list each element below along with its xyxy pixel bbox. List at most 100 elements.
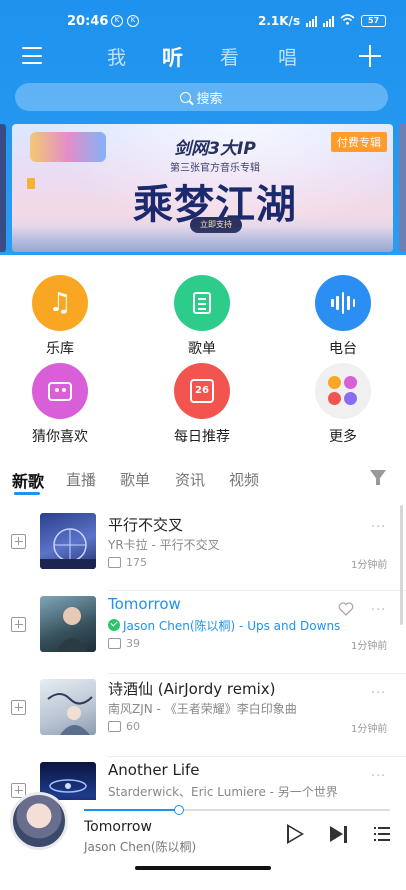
progress-knob[interactable] xyxy=(173,805,184,815)
content-tabs: 新歌 直播 歌单 资讯 视频 xyxy=(0,466,406,495)
scrollbar[interactable] xyxy=(400,505,403,625)
banner-next-peek[interactable] xyxy=(399,124,406,252)
category-library[interactable]: ♫ 乐库 xyxy=(20,275,100,358)
tab-new-songs[interactable]: 新歌 xyxy=(12,468,44,492)
tab-news[interactable]: 资讯 xyxy=(175,469,205,490)
tab-listen[interactable]: 听 xyxy=(162,42,183,72)
song-title: Tomorrow xyxy=(108,595,181,613)
comment-number: 39 xyxy=(126,637,140,650)
game-logo xyxy=(30,132,106,162)
now-playing-cover[interactable] xyxy=(10,792,68,850)
notification-icon: K xyxy=(127,15,139,27)
more-options-icon[interactable]: ··· xyxy=(371,686,386,701)
song-row[interactable]: 平行不交叉 YR卡拉 - 平行不交叉 175 1分钟前 ··· xyxy=(0,508,406,591)
add-icon[interactable] xyxy=(11,700,26,715)
status-time: 20:46 xyxy=(67,14,109,29)
category-label: 每日推荐 xyxy=(174,429,230,445)
tab-playlists[interactable]: 歌单 xyxy=(120,469,150,490)
progress-fill xyxy=(84,809,179,811)
song-time: 1分钟前 xyxy=(351,724,388,735)
add-icon[interactable] xyxy=(11,617,26,632)
bookmark-icon xyxy=(27,178,35,189)
banner-scenery xyxy=(12,226,393,252)
category-radio[interactable]: 电台 xyxy=(303,275,383,358)
song-row[interactable]: 诗酒仙 (AirJordy remix) 南风ZJN - 《王者荣耀》李白印象曲… xyxy=(0,674,406,757)
category-guess-you-like[interactable]: 猜你喜欢 xyxy=(20,363,100,446)
more-options-icon[interactable]: ··· xyxy=(371,520,386,535)
status-right: 2.1K/s 57 xyxy=(258,14,387,28)
album-cover xyxy=(40,513,96,569)
vip-check-icon xyxy=(108,619,120,631)
category-label: 电台 xyxy=(329,341,357,357)
song-row[interactable]: Tomorrow Jason Chen(陈以桐) - Ups and Downs… xyxy=(0,591,406,674)
tab-me[interactable]: 我 xyxy=(107,43,126,70)
comment-count: 60 xyxy=(108,720,140,733)
comment-number: 175 xyxy=(126,556,147,569)
add-icon[interactable] xyxy=(11,534,26,549)
top-nav: 我 听 看 唱 xyxy=(0,40,406,74)
category-circle xyxy=(315,363,371,419)
song-artist: YR卡拉 - 平行不交叉 xyxy=(108,538,220,552)
plus-icon[interactable] xyxy=(359,45,381,67)
play-icon[interactable] xyxy=(287,824,304,844)
comment-count: 39 xyxy=(108,637,140,650)
notification-icons: K K xyxy=(111,15,139,27)
song-artist: Starderwick、Eric Lumiere - 另一个世界 xyxy=(108,785,338,799)
category-label: 猜你喜欢 xyxy=(32,429,88,445)
mini-player[interactable]: Tomorrow Jason Chen(陈以桐) xyxy=(0,792,406,890)
tab-watch[interactable]: 看 xyxy=(220,43,239,70)
network-speed: 2.1K/s xyxy=(258,14,301,28)
category-more[interactable]: 更多 xyxy=(303,363,383,446)
song-time: 1分钟前 xyxy=(351,641,388,652)
category-label: 歌单 xyxy=(188,341,216,357)
menu-icon[interactable] xyxy=(22,47,42,64)
search-icon xyxy=(180,91,192,103)
category-label: 乐库 xyxy=(46,341,74,357)
wifi-icon xyxy=(340,14,355,28)
notification-icon: K xyxy=(111,15,123,27)
comment-icon xyxy=(108,557,121,568)
now-playing-title: Tomorrow xyxy=(84,819,152,835)
comment-count: 175 xyxy=(108,556,147,569)
promo-banner[interactable]: 剑网3大IP 第三张官方音乐专辑 乘梦江湖 立即支持 付费专辑 xyxy=(12,124,393,252)
album-cover xyxy=(40,596,96,652)
song-title: 诗酒仙 (AirJordy remix) xyxy=(108,680,276,698)
tab-sing[interactable]: 唱 xyxy=(278,43,297,70)
home-indicator[interactable] xyxy=(135,866,271,870)
radio-wave-icon xyxy=(331,292,355,314)
banner-title: 剑网3大IP xyxy=(174,139,256,159)
comment-icon xyxy=(108,721,121,732)
song-time: 1分钟前 xyxy=(351,560,388,571)
song-row[interactable]: Another Life Starderwick、Eric Lumiere - … xyxy=(0,757,406,800)
category-playlist[interactable]: 歌单 xyxy=(162,275,242,358)
album-cover xyxy=(40,679,96,735)
category-label: 更多 xyxy=(329,429,357,445)
category-circle xyxy=(32,363,88,419)
category-daily[interactable]: 26 每日推荐 xyxy=(162,363,242,446)
battery-icon: 57 xyxy=(361,15,387,27)
tab-videos[interactable]: 视频 xyxy=(229,469,259,490)
category-circle: ♫ xyxy=(32,275,88,331)
banner-prev-peek[interactable] xyxy=(0,124,6,252)
next-icon[interactable] xyxy=(330,826,348,843)
category-circle: 26 xyxy=(174,363,230,419)
heart-icon[interactable] xyxy=(338,602,354,616)
active-tab-indicator xyxy=(14,492,40,495)
signal-icon xyxy=(323,15,335,27)
more-options-icon[interactable]: ··· xyxy=(371,769,386,784)
song-title: Another Life xyxy=(108,761,200,779)
filter-icon[interactable] xyxy=(370,470,386,485)
song-artist: 南风ZJN - 《王者荣耀》李白印象曲 xyxy=(108,702,297,716)
playlist-queue-icon[interactable] xyxy=(374,827,390,842)
tv-icon xyxy=(48,382,72,401)
status-bar: 20:46 K K 2.1K/s 57 xyxy=(0,10,406,36)
song-artist: Jason Chen(陈以桐) - Ups and Downs xyxy=(108,617,340,634)
banner-tag: 付费专辑 xyxy=(331,132,387,152)
tab-live[interactable]: 直播 xyxy=(66,469,96,490)
comment-icon xyxy=(108,638,121,649)
calendar-icon: 26 xyxy=(190,379,214,403)
search-bar[interactable]: 搜索 xyxy=(15,83,388,111)
more-options-icon[interactable]: ··· xyxy=(371,603,386,618)
category-circle xyxy=(174,275,230,331)
playlist-icon xyxy=(193,292,211,314)
